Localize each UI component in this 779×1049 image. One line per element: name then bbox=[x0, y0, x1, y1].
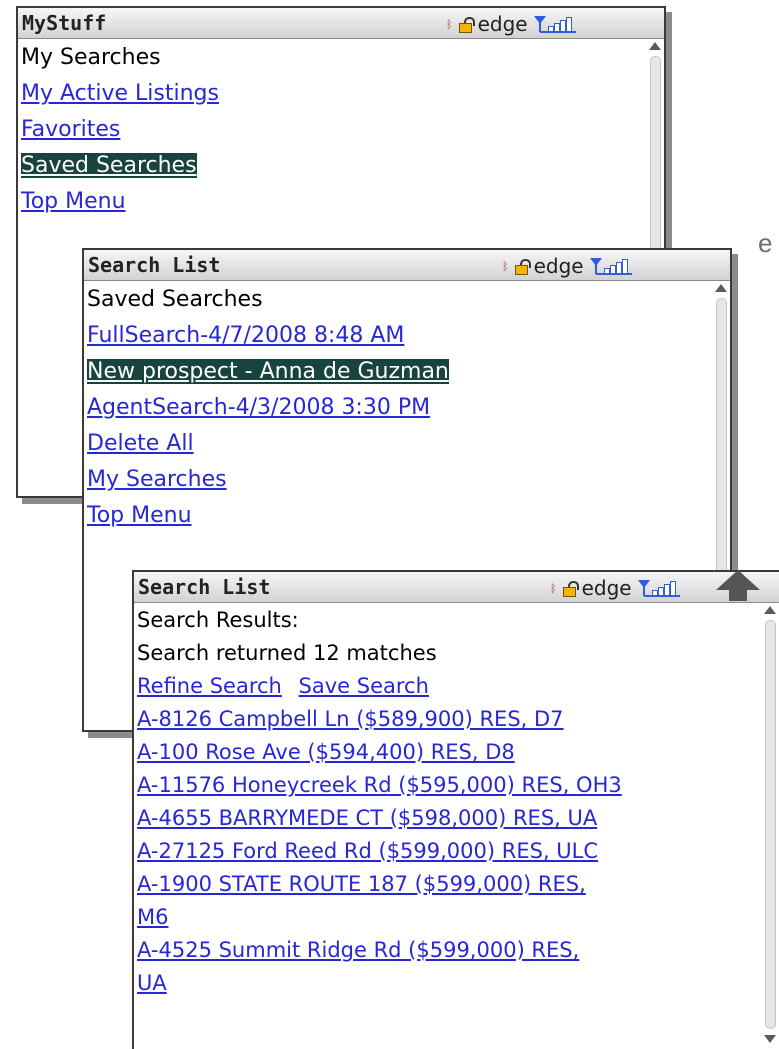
menu-heading: My Searches bbox=[21, 45, 161, 70]
lock-icon bbox=[562, 581, 579, 597]
search-results-screen: Search List ᛒ edge Search Results: Searc… bbox=[132, 570, 779, 1049]
network-label: edge bbox=[533, 254, 584, 278]
scroll-thumb[interactable] bbox=[765, 620, 776, 1029]
saved-search-item[interactable]: FullSearch-4/7/2008 8:48 AM bbox=[87, 318, 712, 354]
results-count: Search returned 12 matches bbox=[137, 641, 437, 665]
lock-icon bbox=[458, 17, 475, 33]
network-label: edge bbox=[477, 12, 528, 36]
lock-icon bbox=[514, 259, 531, 275]
my-searches-link[interactable]: My Searches bbox=[87, 462, 712, 498]
screen-title: Search List bbox=[138, 575, 271, 599]
bluetooth-icon: ᛒ bbox=[550, 581, 557, 595]
top-menu-link[interactable]: Top Menu bbox=[87, 498, 712, 534]
menu-item-my-active-listings[interactable]: My Active Listings bbox=[21, 76, 646, 112]
screen-title: Search List bbox=[88, 253, 221, 277]
search-results-list: Search Results: Search returned 12 match… bbox=[134, 604, 761, 1049]
result-item[interactable]: A-27125 Ford Reed Rd ($599,000) RES, ULC bbox=[137, 835, 761, 868]
scroll-up-icon[interactable] bbox=[764, 606, 776, 614]
menu-item-top-menu[interactable]: Top Menu bbox=[21, 184, 646, 220]
bluetooth-icon: ᛒ bbox=[502, 259, 509, 273]
title-bar: Search List ᛒ edge bbox=[134, 572, 779, 603]
signal-strength-icon bbox=[533, 14, 578, 34]
signal-strength-icon bbox=[589, 256, 634, 276]
result-item[interactable]: A-1900 STATE ROUTE 187 ($599,000) RES, bbox=[137, 868, 761, 901]
background-text: e bbox=[758, 228, 773, 258]
scrollbar[interactable] bbox=[764, 606, 776, 1043]
menu-item-favorites[interactable]: Favorites bbox=[21, 112, 646, 148]
signal-strength-icon bbox=[637, 578, 682, 598]
scroll-up-icon[interactable] bbox=[649, 42, 661, 50]
title-bar: Search List ᛒ edge bbox=[84, 250, 730, 281]
scroll-down-icon[interactable] bbox=[764, 1035, 776, 1043]
save-search-link[interactable]: Save Search bbox=[299, 674, 429, 698]
status-icons: ᛒ edge bbox=[446, 12, 578, 36]
status-icons: ᛒ edge bbox=[502, 254, 634, 278]
result-item-continued[interactable]: M6 bbox=[137, 901, 761, 934]
menu-item-saved-searches[interactable]: Saved Searches bbox=[21, 148, 646, 184]
status-icons: ᛒ edge bbox=[550, 576, 682, 600]
saved-search-item-selected[interactable]: New prospect - Anna de Guzman bbox=[87, 354, 712, 390]
saved-search-item[interactable]: AgentSearch-4/3/2008 3:30 PM bbox=[87, 390, 712, 426]
screen-title: MyStuff bbox=[22, 11, 107, 35]
delete-all-link[interactable]: Delete All bbox=[87, 426, 712, 462]
scroll-up-icon[interactable] bbox=[715, 284, 727, 292]
result-item[interactable]: A-11576 Honeycreek Rd ($595,000) RES, OH… bbox=[137, 769, 761, 802]
result-item[interactable]: A-8126 Campbell Ln ($589,900) RES, D7 bbox=[137, 703, 761, 736]
up-arrow-icon[interactable] bbox=[716, 570, 760, 606]
result-item[interactable]: A-4525 Summit Ridge Rd ($599,000) RES, bbox=[137, 934, 761, 967]
bluetooth-icon: ᛒ bbox=[446, 17, 453, 31]
results-actions: Refine Search Save Search bbox=[137, 670, 761, 703]
result-item-continued[interactable]: UA bbox=[137, 967, 761, 1000]
results-heading: Search Results: bbox=[137, 608, 299, 632]
network-label: edge bbox=[581, 576, 632, 600]
title-bar: MyStuff ᛒ edge bbox=[18, 8, 664, 39]
result-item[interactable]: A-100 Rose Ave ($594,400) RES, D8 bbox=[137, 736, 761, 769]
list-heading: Saved Searches bbox=[87, 287, 263, 312]
result-item[interactable]: A-4655 BARRYMEDE CT ($598,000) RES, UA bbox=[137, 802, 761, 835]
refine-search-link[interactable]: Refine Search bbox=[137, 674, 282, 698]
